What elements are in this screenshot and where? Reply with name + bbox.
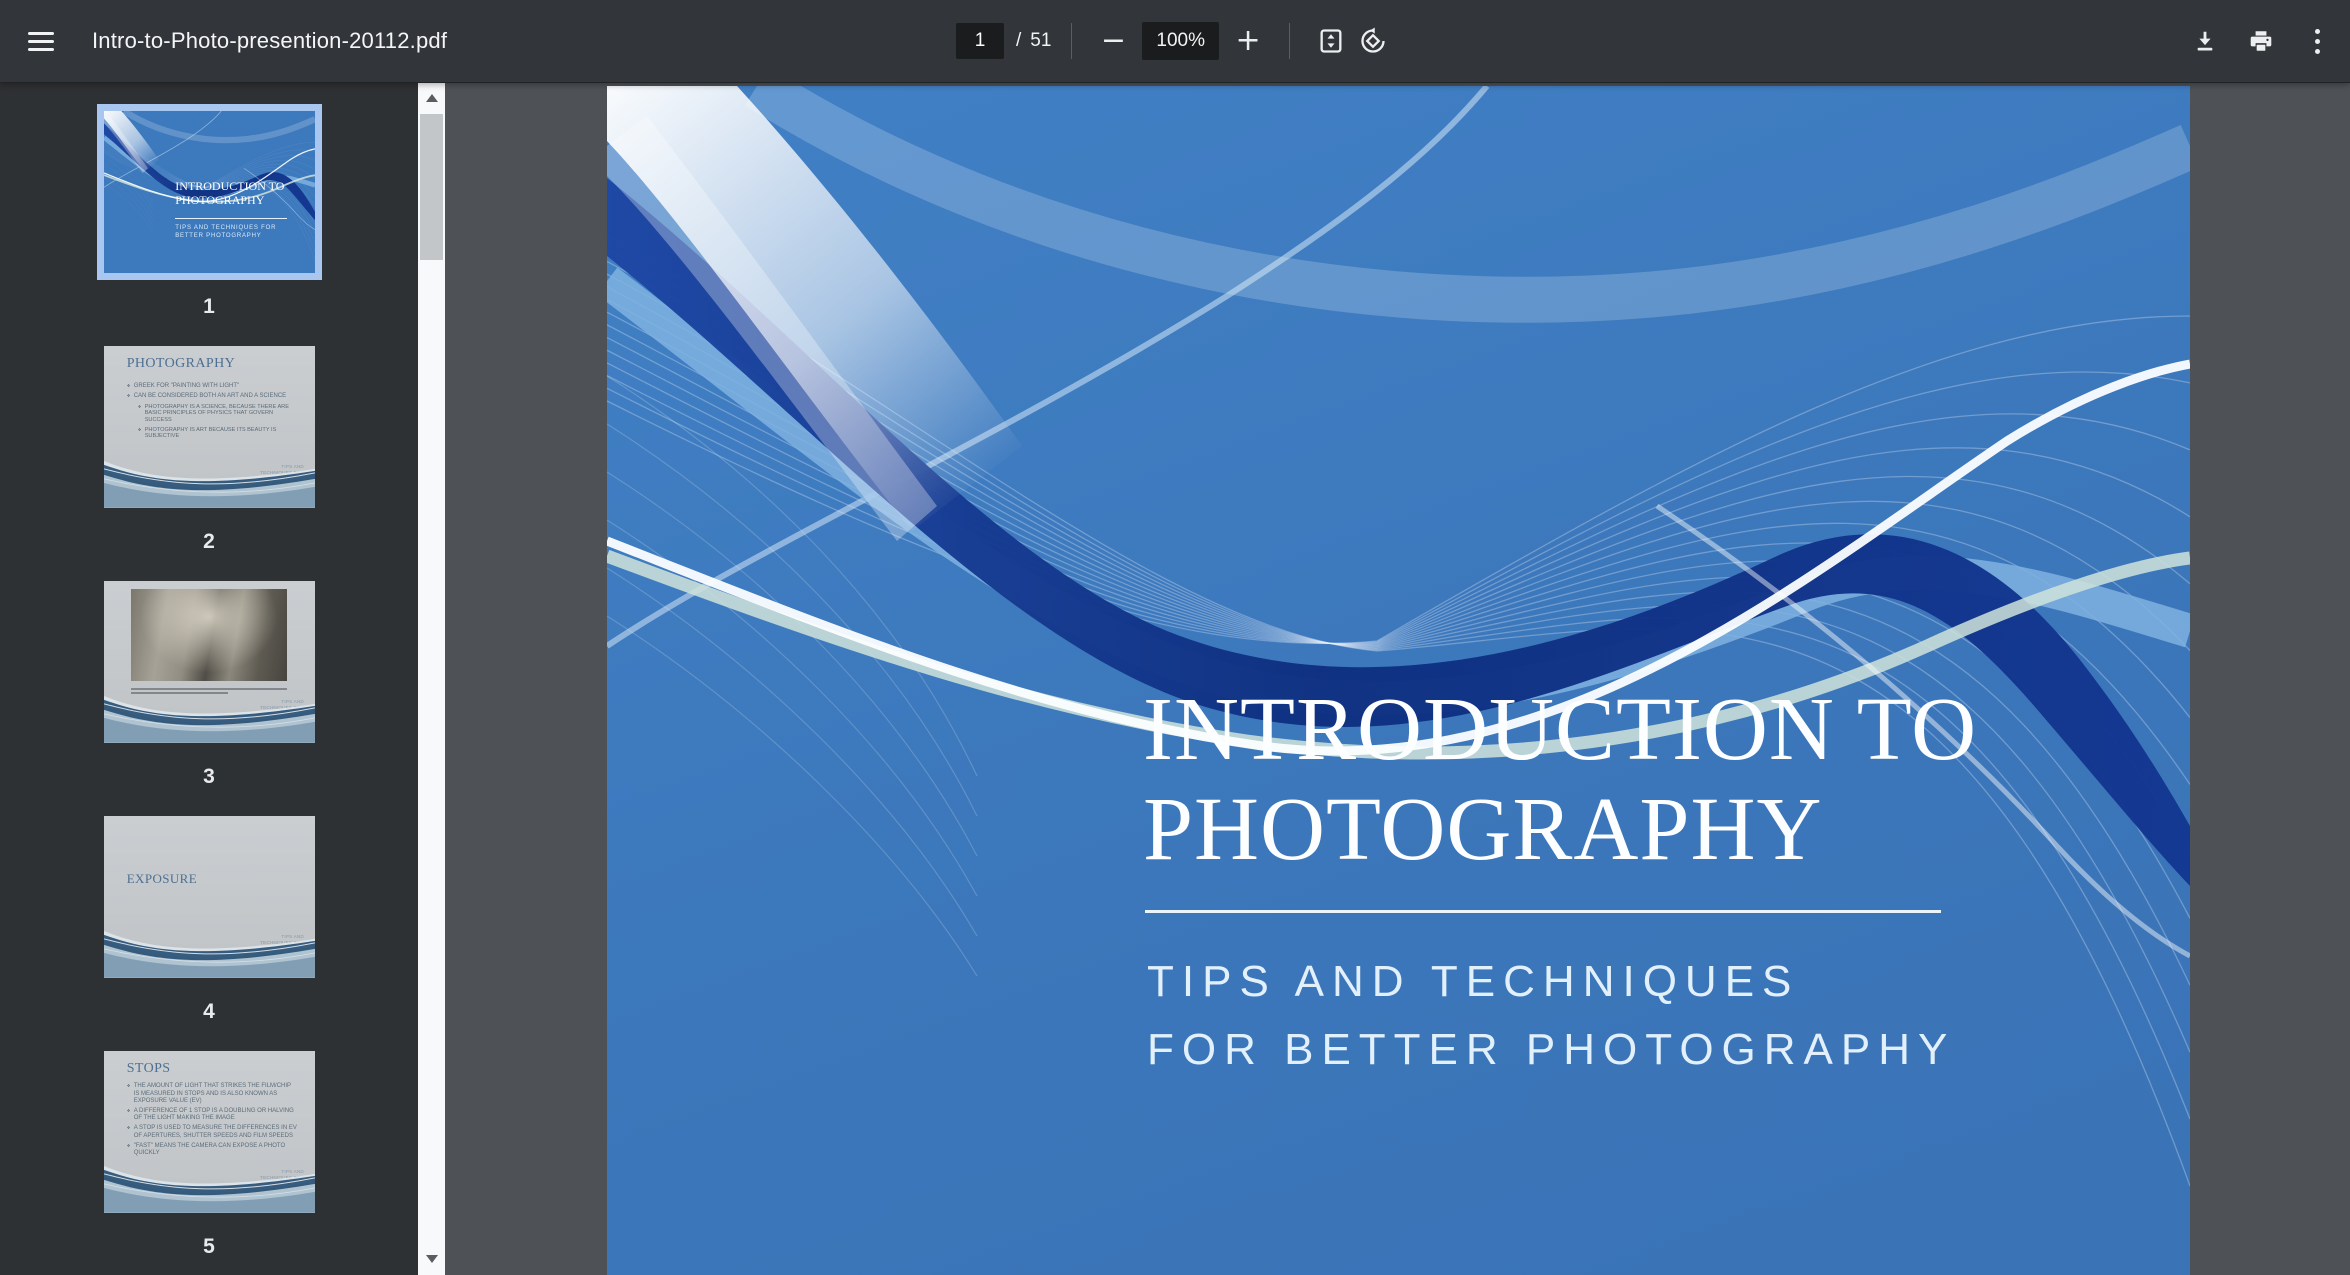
fit-to-page-icon — [1317, 27, 1345, 55]
scroll-up-button[interactable] — [418, 82, 445, 114]
slide-title-line1: INTRODUCTION TO — [1143, 680, 1977, 780]
thumb-slide-subtitle: TIPS AND TECHNIQUES FOR BETTER PHOTOGRAP… — [175, 224, 306, 240]
thumbnail-list: INTRODUCTION TO PHOTOGRAPHY TIPS AND TEC… — [0, 82, 418, 1275]
thumb-slide-title: INTRODUCTION TO PHOTOGRAPHY — [175, 179, 306, 208]
document-viewer[interactable]: INTRODUCTION TO PHOTOGRAPHY TIPS AND TEC… — [445, 82, 2350, 1275]
thumbnail-image-5: STOPS THE AMOUNT OF LIGHT THAT STRIKES T… — [104, 1051, 315, 1213]
zoom-level: 100% — [1142, 22, 1219, 60]
print-icon — [2248, 28, 2274, 54]
thumbnail-page-number: 4 — [203, 1000, 215, 1024]
thumbnail-page-number: 5 — [203, 1235, 215, 1259]
thumb-bullet: THE AMOUNT OF LIGHT THAT STRIKES THE FIL… — [127, 1083, 298, 1105]
thumbnail-image-2: PHOTOGRAPHY GREEK FOR "PAINTING WITH LIG… — [104, 346, 315, 508]
thumbnail-page-3[interactable]: TIPS AND TECHNIQUES FOR BETTER PHOTOGRAP… — [104, 574, 315, 809]
print-button[interactable] — [2240, 16, 2282, 66]
rotate-counterclockwise-button[interactable] — [1352, 16, 1394, 66]
document-title: Intro-to-Photo-presention-20112.pdf — [92, 28, 447, 54]
page-divider: / — [1016, 30, 1021, 52]
page-number-input[interactable] — [956, 23, 1004, 59]
download-icon — [2192, 28, 2218, 54]
thumbnail-page-1[interactable]: INTRODUCTION TO PHOTOGRAPHY TIPS AND TEC… — [104, 104, 315, 339]
thumbnail-page-number: 2 — [203, 530, 215, 554]
thumb-slide-title: EXPOSURE — [127, 871, 197, 887]
thumb-bullet: A DIFFERENCE OF 1 STOP IS A DOUBLING OR … — [127, 1108, 298, 1122]
thumbnail-page-5[interactable]: STOPS THE AMOUNT OF LIGHT THAT STRIKES T… — [104, 1044, 315, 1275]
toolbar-separator — [1071, 23, 1072, 59]
thumbnail-page-4[interactable]: EXPOSURE TIPS AND TECHNIQUES FOR BETTER … — [104, 809, 315, 1044]
triangle-up-icon — [426, 94, 438, 102]
pdf-page-1: INTRODUCTION TO PHOTOGRAPHY TIPS AND TEC… — [607, 86, 2190, 1275]
thumb-slide-title: STOPS — [127, 1061, 171, 1077]
slide-title: INTRODUCTION TO PHOTOGRAPHY — [1143, 680, 1977, 880]
thumbnail-image-1: INTRODUCTION TO PHOTOGRAPHY TIPS AND TEC… — [104, 111, 315, 273]
menu-button[interactable] — [16, 16, 66, 66]
menu-icon — [28, 32, 54, 51]
thumb-bullet: CAN BE CONSIDERED BOTH AN ART AND A SCIE… — [127, 393, 298, 400]
slide-subtitle-line2: FOR BETTER PHOTOGRAPHY — [1147, 1016, 1955, 1084]
slide-divider-line — [1145, 910, 1941, 913]
thumbnail-page-number: 3 — [203, 765, 215, 789]
fit-to-page-button[interactable] — [1310, 16, 1352, 66]
scrollbar-thumb[interactable] — [420, 114, 443, 260]
historic-photo — [131, 589, 287, 681]
gray-wave-art — [104, 913, 315, 978]
download-button[interactable] — [2184, 16, 2226, 66]
triangle-down-icon — [426, 1255, 438, 1263]
scroll-down-button[interactable] — [418, 1243, 445, 1275]
thumbnail-image-3: TIPS AND TECHNIQUES FOR BETTER PHOTOGRAP… — [104, 581, 315, 743]
more-options-button[interactable] — [2296, 16, 2338, 66]
thumbnail-page-2[interactable]: PHOTOGRAPHY GREEK FOR "PAINTING WITH LIG… — [104, 339, 315, 574]
gray-wave-art — [104, 1148, 315, 1213]
sidebar-scrollbar[interactable] — [418, 82, 445, 1275]
thumbnail-image-4: EXPOSURE TIPS AND TECHNIQUES FOR BETTER … — [104, 816, 315, 978]
thumb-bullet: A STOP IS USED TO MEASURE THE DIFFERENCE… — [127, 1125, 298, 1139]
toolbar-right-actions — [2184, 16, 2350, 66]
slide-title-line2: PHOTOGRAPHY — [1143, 780, 1977, 880]
page-zoom-controls: / 51 − 100% + — [956, 0, 1394, 82]
zoom-in-button[interactable]: + — [1227, 16, 1269, 66]
gray-wave-art — [104, 678, 315, 743]
more-options-icon — [2304, 29, 2330, 54]
rotate-counterclockwise-icon — [1359, 27, 1387, 55]
zoom-out-button[interactable]: − — [1092, 16, 1134, 66]
thumbnail-sidebar: INTRODUCTION TO PHOTOGRAPHY TIPS AND TEC… — [0, 82, 445, 1275]
page-count-label: 51 — [1030, 30, 1051, 52]
pdf-toolbar: Intro-to-Photo-presention-20112.pdf / 51… — [0, 0, 2350, 82]
thumbnail-page-number: 1 — [203, 295, 215, 319]
gray-wave-art — [104, 443, 315, 508]
thumb-bullet: GREEK FOR "PAINTING WITH LIGHT" — [127, 383, 298, 390]
thumb-bullet: PHOTOGRAPHY IS ART BECAUSE ITS BEAUTY IS… — [138, 427, 298, 440]
slide-subtitle: TIPS AND TECHNIQUES FOR BETTER PHOTOGRAP… — [1147, 948, 1955, 1084]
thumb-slide-divider — [175, 218, 287, 219]
thumb-bullet: PHOTOGRAPHY IS A SCIENCE, BECAUSE THERE … — [138, 404, 298, 424]
slide-subtitle-line1: TIPS AND TECHNIQUES — [1147, 948, 1955, 1016]
thumb-slide-title: PHOTOGRAPHY — [127, 356, 235, 372]
toolbar-separator — [1289, 23, 1290, 59]
